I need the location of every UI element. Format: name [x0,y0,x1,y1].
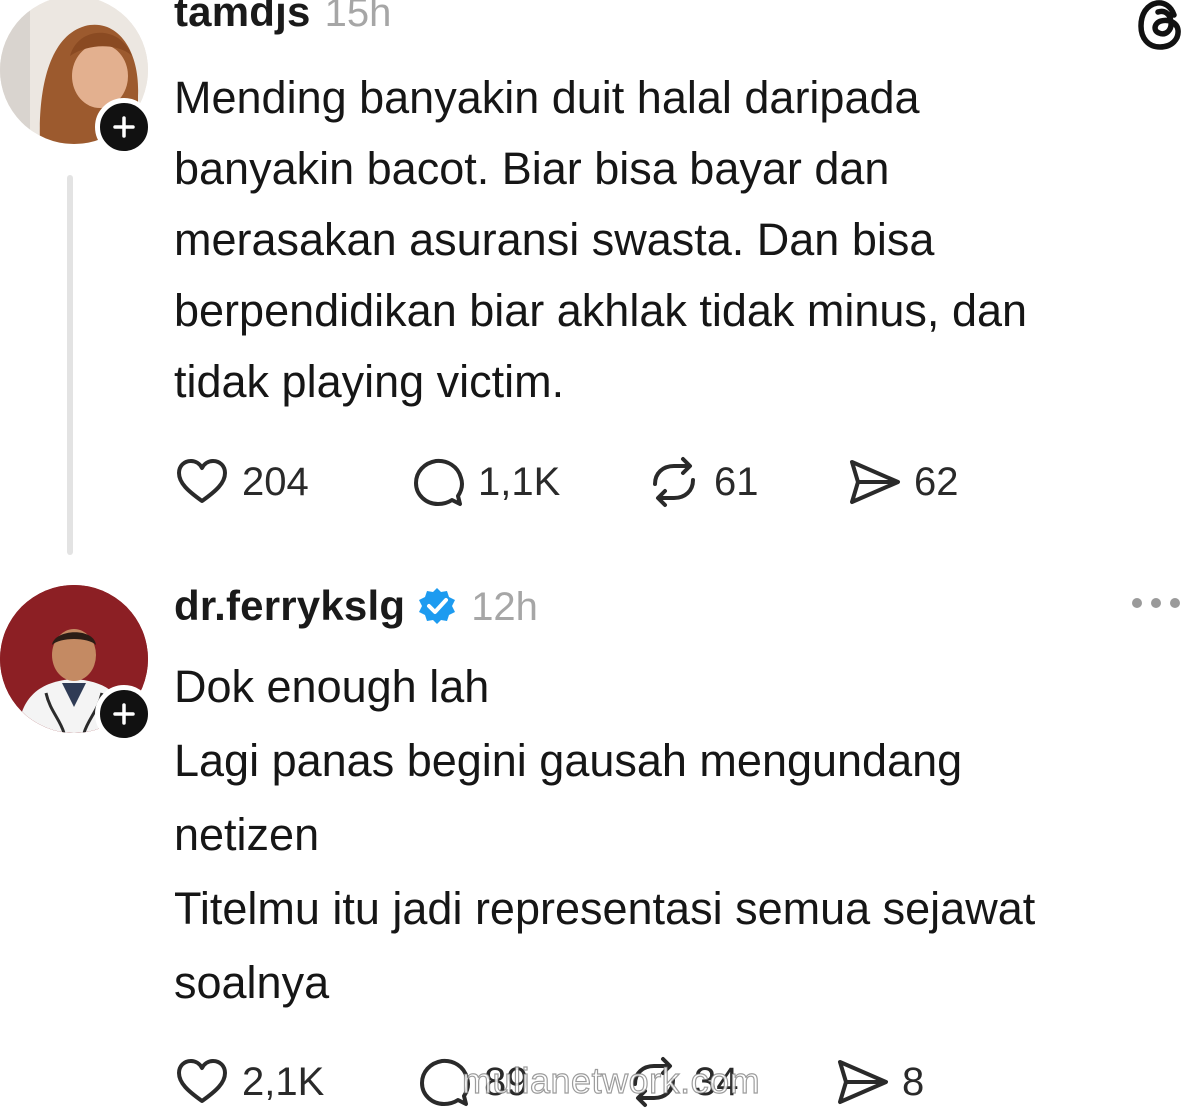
share-button[interactable]: 8 [834,1052,924,1112]
more-options-icon[interactable] [1132,598,1180,608]
share-count: 8 [902,1059,925,1104]
like-count: 204 [242,459,309,504]
heart-icon [177,1059,227,1103]
post-text-line: berpendidikan biar akhlak tidak minus, d… [174,285,1028,336]
repost-icon [653,457,695,507]
repost-button[interactable]: 61 [646,452,759,512]
reply-button[interactable]: 1,1K [410,452,560,512]
plus-icon [113,703,135,725]
post-text-line: Titelmu itu jadi representasi semua seja… [174,883,1036,934]
username[interactable]: dr.ferrykslg [174,582,405,630]
verified-badge-icon [419,588,456,624]
share-count: 62 [914,459,959,504]
post-header: dr.ferrykslg 12h [174,582,538,630]
thread-connector-line [67,175,73,555]
post-text-line: Lagi panas begini gausah mengundang [174,735,963,786]
repost-count: 61 [714,459,759,504]
like-button[interactable]: 2,1K [174,1052,324,1112]
post-text-line: Mending banyakin duit halal daripada [174,72,920,123]
send-icon [838,1060,888,1104]
post-text-line: tidak playing victim. [174,356,565,407]
post-text-line: banyakin bacot. Biar bisa bayar dan [174,143,890,194]
post-text-line: merasakan asuransi swasta. Dan bisa [174,214,935,265]
share-button[interactable]: 62 [846,452,959,512]
like-button[interactable]: 204 [174,452,309,512]
heart-icon [177,459,227,503]
like-count: 2,1K [242,1059,325,1104]
action-bar: 204 1,1K 61 62 [174,452,1174,512]
follow-button[interactable] [95,98,153,156]
plus-icon [113,116,135,138]
threads-logo-icon [1138,0,1181,50]
post-text-line: Dok enough lah [174,661,490,712]
post-body: Mending banyakin duit halal daripada ban… [174,62,1184,417]
timestamp: 15h [324,0,392,35]
watermark: mulianetwork.com [461,1059,761,1101]
post-text-line: soalnya [174,957,330,1008]
thread-post: dr.ferrykslg 12h Dok enough lah Lagi pan… [0,560,1200,1118]
post-text-line: netizen [174,809,320,860]
post-body: Dok enough lah Lagi panas begini gausah … [174,650,1184,1020]
comment-icon [414,458,464,506]
reply-count: 1,1K [478,459,561,504]
post-header: tamdjs 15h [174,0,391,36]
username[interactable]: tamdjs [174,0,311,36]
thread-post: tamdjs 15h Mending banyakin duit halal d… [0,0,1200,560]
timestamp: 12h [471,585,538,629]
send-icon [850,460,900,504]
follow-button[interactable] [95,685,153,743]
